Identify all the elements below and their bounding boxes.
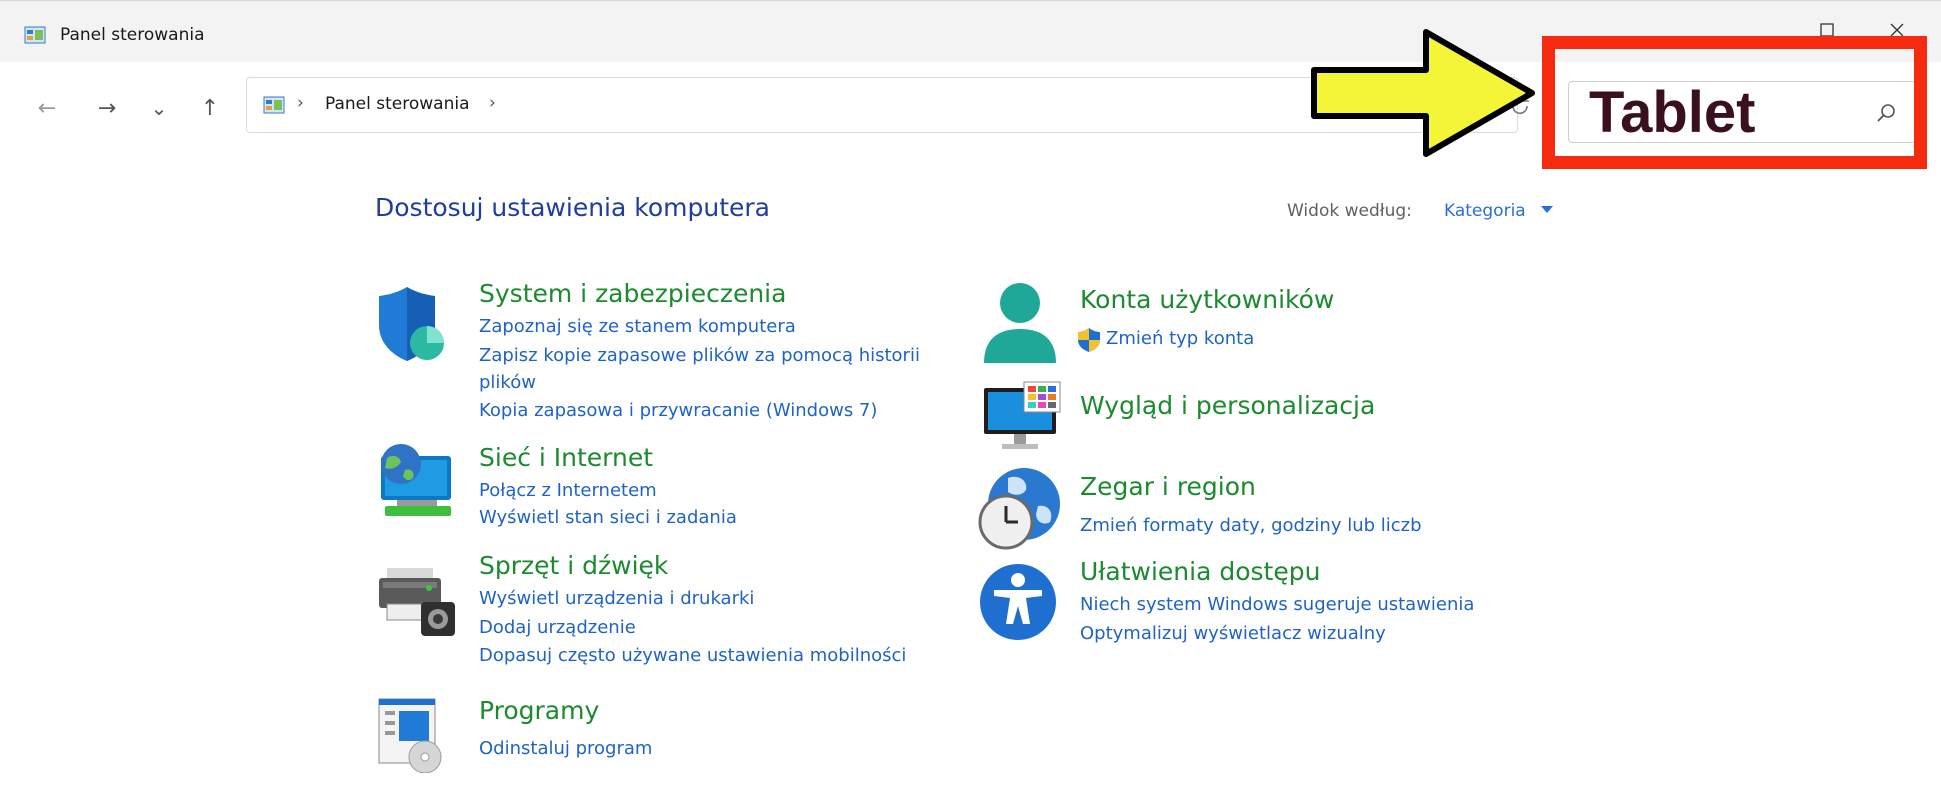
link-devices-printers[interactable]: Wyświetl urządzenia i drukarki (479, 588, 754, 609)
link-windows-suggest-settings[interactable]: Niech system Windows sugeruje ustawienia (1080, 594, 1474, 615)
category-appearance-personalization[interactable]: Wygląd i personalizacja (1080, 391, 1375, 420)
network-icon[interactable] (377, 442, 457, 524)
link-file-history-backup[interactable]: Zapisz kopie zapasowe plików za pomocą h… (479, 345, 920, 366)
breadcrumb-separator[interactable]: › (297, 93, 304, 113)
up-arrow-icon: ↑ (200, 95, 220, 121)
monitor-icon[interactable] (982, 380, 1062, 452)
link-add-device[interactable]: Dodaj urządzenie (479, 617, 636, 638)
pointer-arrow (1311, 29, 1535, 157)
category-network-internet[interactable]: Sieć i Internet (479, 443, 653, 472)
chevron-down-icon: ⌄ (150, 96, 168, 120)
link-network-status[interactable]: Wyświetl stan sieci i zadania (479, 507, 737, 528)
shield-icon[interactable] (377, 285, 447, 365)
control-panel-icon (24, 26, 46, 44)
link-file-history-backup-cont[interactable]: plików (479, 372, 536, 393)
category-system-security[interactable]: System i zabezpieczenia (479, 279, 786, 308)
clock-globe-icon[interactable] (978, 466, 1062, 552)
uac-shield-icon (1078, 328, 1100, 352)
category-ease-of-access[interactable]: Ułatwienia dostępu (1080, 557, 1320, 586)
accessibility-icon[interactable] (978, 562, 1058, 642)
view-by-label: Widok według: (1287, 201, 1412, 221)
caret-down-icon[interactable] (1541, 206, 1553, 213)
programs-icon[interactable] (377, 697, 447, 773)
user-icon[interactable] (982, 281, 1058, 367)
link-change-formats[interactable]: Zmień formaty daty, godziny lub liczb (1080, 515, 1422, 536)
category-programs[interactable]: Programy (479, 696, 599, 725)
back-arrow-icon: ← (37, 95, 57, 121)
highlight-box (1542, 36, 1927, 169)
breadcrumb-separator[interactable]: › (489, 93, 496, 113)
up-button[interactable]: ↑ (196, 94, 224, 122)
window-title: Panel sterowania (60, 25, 205, 45)
link-review-computer-status[interactable]: Zapoznaj się ze stanem komputera (479, 316, 796, 337)
link-mobility-settings[interactable]: Dopasuj często używane ustawienia mobiln… (479, 645, 906, 666)
page-title: Dostosuj ustawienia komputera (375, 193, 770, 222)
breadcrumb-control-panel[interactable]: Panel sterowania (325, 94, 470, 114)
category-clock-region[interactable]: Zegar i region (1080, 472, 1256, 501)
link-uninstall-program[interactable]: Odinstaluj program (479, 738, 652, 759)
category-user-accounts[interactable]: Konta użytkowników (1080, 285, 1334, 314)
control-panel-icon (263, 96, 285, 114)
printer-icon[interactable] (377, 566, 461, 638)
link-optimize-visual-display[interactable]: Optymalizuj wyświetlacz wizualny (1080, 623, 1386, 644)
forward-button[interactable]: → (93, 94, 121, 122)
link-backup-restore[interactable]: Kopia zapasowa i przywracanie (Windows 7… (479, 400, 877, 421)
back-button[interactable]: ← (33, 94, 61, 122)
forward-arrow-icon: → (97, 95, 117, 121)
category-hardware-sound[interactable]: Sprzęt i dźwięk (479, 551, 668, 580)
view-by-dropdown[interactable]: Kategoria (1444, 201, 1526, 221)
link-change-account-type[interactable]: Zmień typ konta (1106, 328, 1254, 349)
link-connect-internet[interactable]: Połącz z Internetem (479, 480, 657, 501)
recent-locations-button[interactable]: ⌄ (145, 94, 173, 122)
